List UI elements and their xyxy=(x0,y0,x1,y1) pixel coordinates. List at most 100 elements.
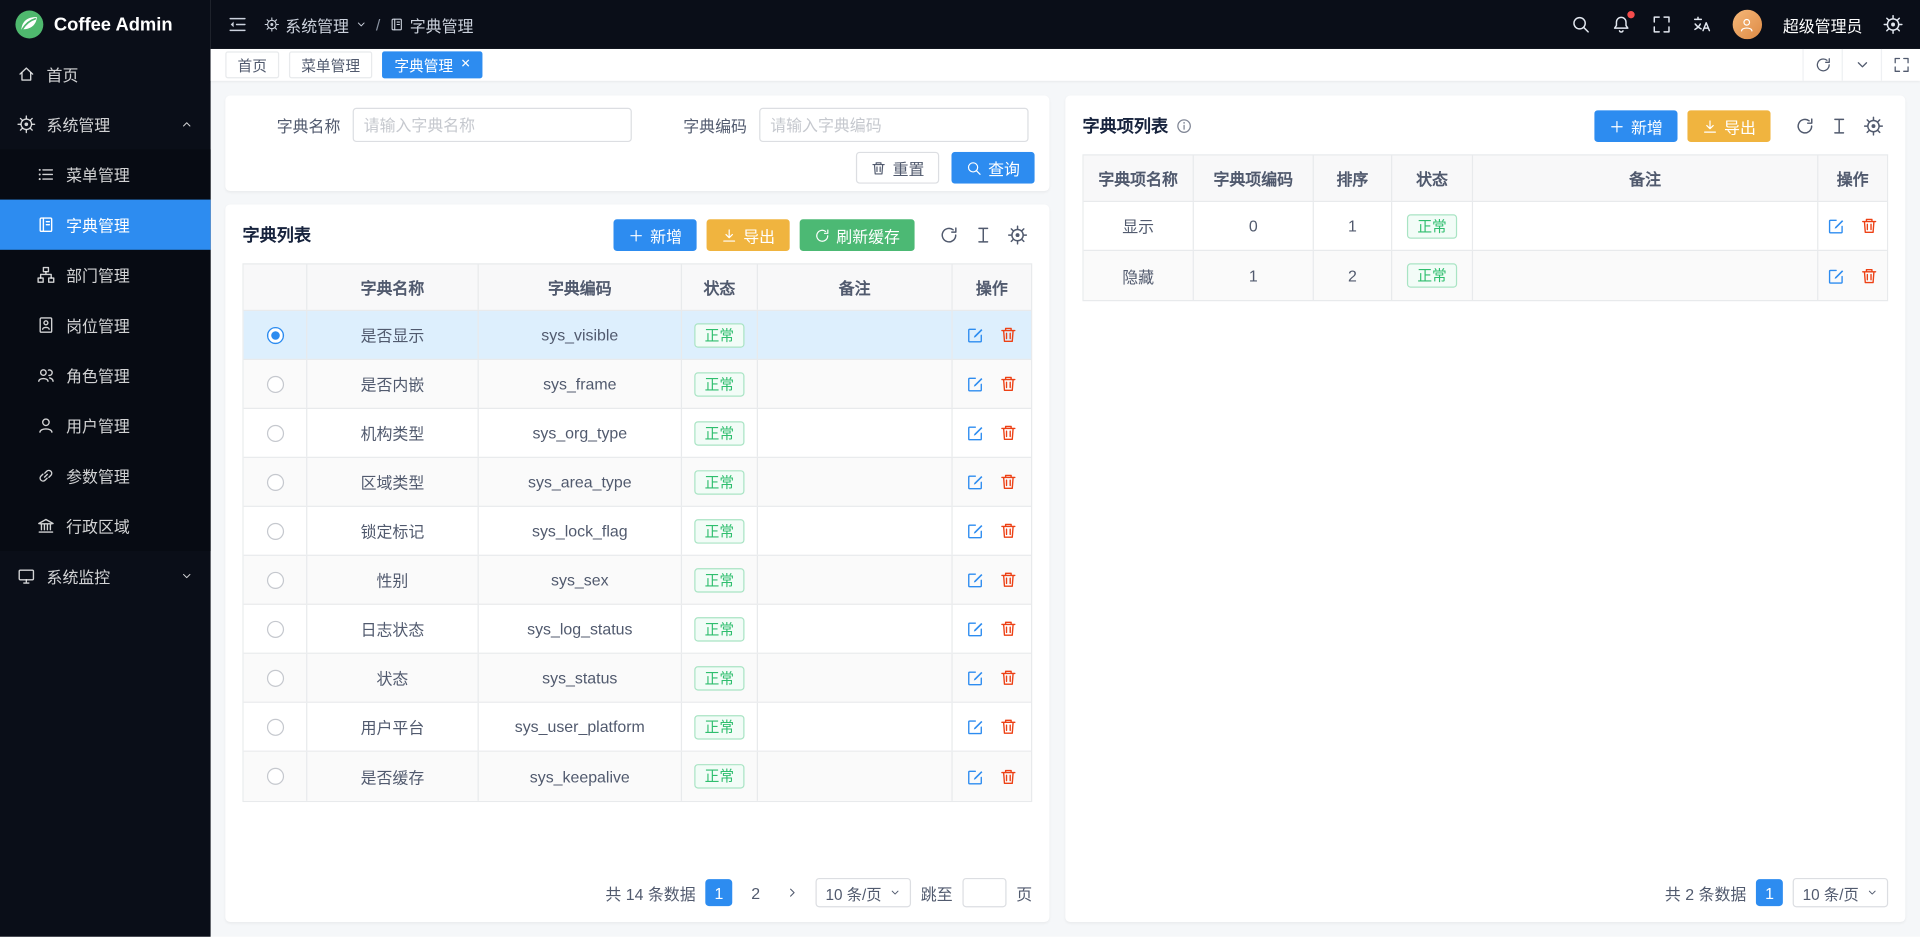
delete-icon[interactable] xyxy=(999,571,1017,589)
notifications-button[interactable] xyxy=(1611,15,1631,35)
sidebar-item-home[interactable]: 首页 xyxy=(0,49,211,99)
table-row[interactable]: 用户平台 sys_user_platform 正常 xyxy=(244,703,1031,752)
table-row[interactable]: 隐藏 1 2 正常 xyxy=(1084,251,1887,300)
edit-icon[interactable] xyxy=(966,424,984,442)
export-dict-items-button[interactable]: 导出 xyxy=(1687,110,1770,142)
next-page-button[interactable] xyxy=(779,879,806,906)
refresh-cache-button[interactable]: 刷新缓存 xyxy=(800,219,915,251)
table-row[interactable]: 日志状态 sys_log_status 正常 xyxy=(244,605,1031,654)
reload-table-button[interactable] xyxy=(934,220,963,249)
table-row[interactable]: 区域类型 sys_area_type 正常 xyxy=(244,458,1031,507)
page-size-select[interactable]: 10 条/页 xyxy=(816,878,911,907)
breadcrumb-root[interactable]: 系统管理 xyxy=(264,13,367,36)
table-row[interactable]: 状态 sys_status 正常 xyxy=(244,654,1031,703)
export-dict-button[interactable]: 导出 xyxy=(706,219,789,251)
table-row[interactable]: 是否缓存 sys_keepalive 正常 xyxy=(244,752,1031,801)
sidebar-item-system-management[interactable]: 系统管理 xyxy=(0,99,211,149)
row-radio-button[interactable] xyxy=(266,571,283,588)
edit-icon[interactable] xyxy=(1827,266,1845,284)
sidebar-item-system-monitor[interactable]: 系统监控 xyxy=(0,551,211,601)
fullscreen-icon[interactable] xyxy=(1652,15,1672,35)
reset-button[interactable]: 重置 xyxy=(856,152,939,184)
tab-options-button[interactable] xyxy=(1842,49,1881,81)
add-dict-item-button[interactable]: 新增 xyxy=(1594,110,1677,142)
table-row[interactable]: 是否显示 sys_visible 正常 xyxy=(244,311,1031,360)
sidebar-item-department-management[interactable]: 部门管理 xyxy=(0,250,211,300)
edit-icon[interactable] xyxy=(966,473,984,491)
dict-code-input[interactable] xyxy=(759,108,1028,142)
table-row[interactable]: 显示 0 1 正常 xyxy=(1084,202,1887,251)
edit-icon[interactable] xyxy=(966,767,984,785)
edit-icon[interactable] xyxy=(966,571,984,589)
edit-icon[interactable] xyxy=(966,326,984,344)
table-row[interactable]: 是否内嵌 sys_frame 正常 xyxy=(244,360,1031,409)
jump-page-input[interactable] xyxy=(962,878,1006,907)
translate-icon[interactable] xyxy=(1692,15,1712,35)
table-row[interactable]: 性别 sys_sex 正常 xyxy=(244,556,1031,605)
query-button[interactable]: 查询 xyxy=(951,152,1034,184)
app-logo[interactable]: Coffee Admin xyxy=(0,0,211,49)
close-icon[interactable]: ✕ xyxy=(460,59,470,71)
row-radio-button[interactable] xyxy=(266,522,283,539)
edit-icon[interactable] xyxy=(966,375,984,393)
delete-icon[interactable] xyxy=(999,522,1017,540)
tab-dict-management[interactable]: 字典管理 ✕ xyxy=(382,51,483,78)
sidebar-item-user-management[interactable]: 用户管理 xyxy=(0,400,211,450)
edit-icon[interactable] xyxy=(966,620,984,638)
edit-icon[interactable] xyxy=(1827,217,1845,235)
delete-icon[interactable] xyxy=(999,669,1017,687)
settings-gear-icon[interactable] xyxy=(1883,15,1903,35)
avatar[interactable] xyxy=(1733,10,1762,39)
sidebar-item-post-management[interactable]: 岗位管理 xyxy=(0,300,211,350)
username[interactable]: 超级管理员 xyxy=(1783,13,1863,36)
delete-icon[interactable] xyxy=(999,718,1017,736)
tab-home[interactable]: 首页 xyxy=(225,51,279,78)
sidebar-item-menu-management[interactable]: 菜单管理 xyxy=(0,149,211,199)
edit-icon[interactable] xyxy=(966,522,984,540)
table-row[interactable]: 机构类型 sys_org_type 正常 xyxy=(244,409,1031,458)
tab-menu-management[interactable]: 菜单管理 xyxy=(289,51,372,78)
info-icon[interactable] xyxy=(1176,118,1193,135)
reload-table-button[interactable] xyxy=(1790,111,1819,140)
delete-icon[interactable] xyxy=(999,326,1017,344)
page-button-1[interactable]: 1 xyxy=(1756,879,1783,906)
sidebar-collapse-icon[interactable] xyxy=(228,15,248,35)
row-radio-button[interactable] xyxy=(266,768,283,785)
column-settings-button[interactable] xyxy=(1003,220,1032,249)
column-settings-button[interactable] xyxy=(1859,111,1888,140)
row-radio-button[interactable] xyxy=(266,424,283,441)
row-radio-button[interactable] xyxy=(266,669,283,686)
sidebar-item-dict-management[interactable]: 字典管理 xyxy=(0,200,211,250)
sidebar-item-role-management[interactable]: 角色管理 xyxy=(0,350,211,400)
row-radio-button[interactable] xyxy=(266,375,283,392)
delete-icon[interactable] xyxy=(1860,266,1878,284)
refresh-tab-button[interactable] xyxy=(1802,49,1841,81)
table-row[interactable]: 锁定标记 sys_lock_flag 正常 xyxy=(244,507,1031,556)
delete-icon[interactable] xyxy=(999,620,1017,638)
edit-icon[interactable] xyxy=(966,718,984,736)
delete-icon[interactable] xyxy=(999,767,1017,785)
sidebar-item-param-management[interactable]: 参数管理 xyxy=(0,451,211,501)
add-dict-button[interactable]: 新增 xyxy=(613,219,696,251)
delete-icon[interactable] xyxy=(999,424,1017,442)
delete-icon[interactable] xyxy=(999,473,1017,491)
dict-name-input[interactable] xyxy=(353,108,632,142)
row-density-button[interactable] xyxy=(969,220,998,249)
sidebar-item-admin-region[interactable]: 行政区域 xyxy=(0,501,211,551)
content-fullscreen-button[interactable] xyxy=(1881,49,1920,81)
row-radio-button[interactable] xyxy=(266,718,283,735)
monitor-icon xyxy=(17,567,35,585)
delete-icon[interactable] xyxy=(1860,217,1878,235)
row-density-button[interactable] xyxy=(1824,111,1853,140)
row-radio-button[interactable] xyxy=(266,326,283,343)
column-header-status: 状态 xyxy=(1392,156,1473,201)
page-button-1[interactable]: 1 xyxy=(705,879,732,906)
row-radio-button[interactable] xyxy=(266,620,283,637)
row-radio-button[interactable] xyxy=(266,473,283,490)
delete-icon[interactable] xyxy=(999,375,1017,393)
search-icon[interactable] xyxy=(1571,15,1591,35)
dict-name-cell: 性别 xyxy=(307,556,478,604)
page-button-2[interactable]: 2 xyxy=(742,879,769,906)
edit-icon[interactable] xyxy=(966,669,984,687)
page-size-select[interactable]: 10 条/页 xyxy=(1793,878,1888,907)
